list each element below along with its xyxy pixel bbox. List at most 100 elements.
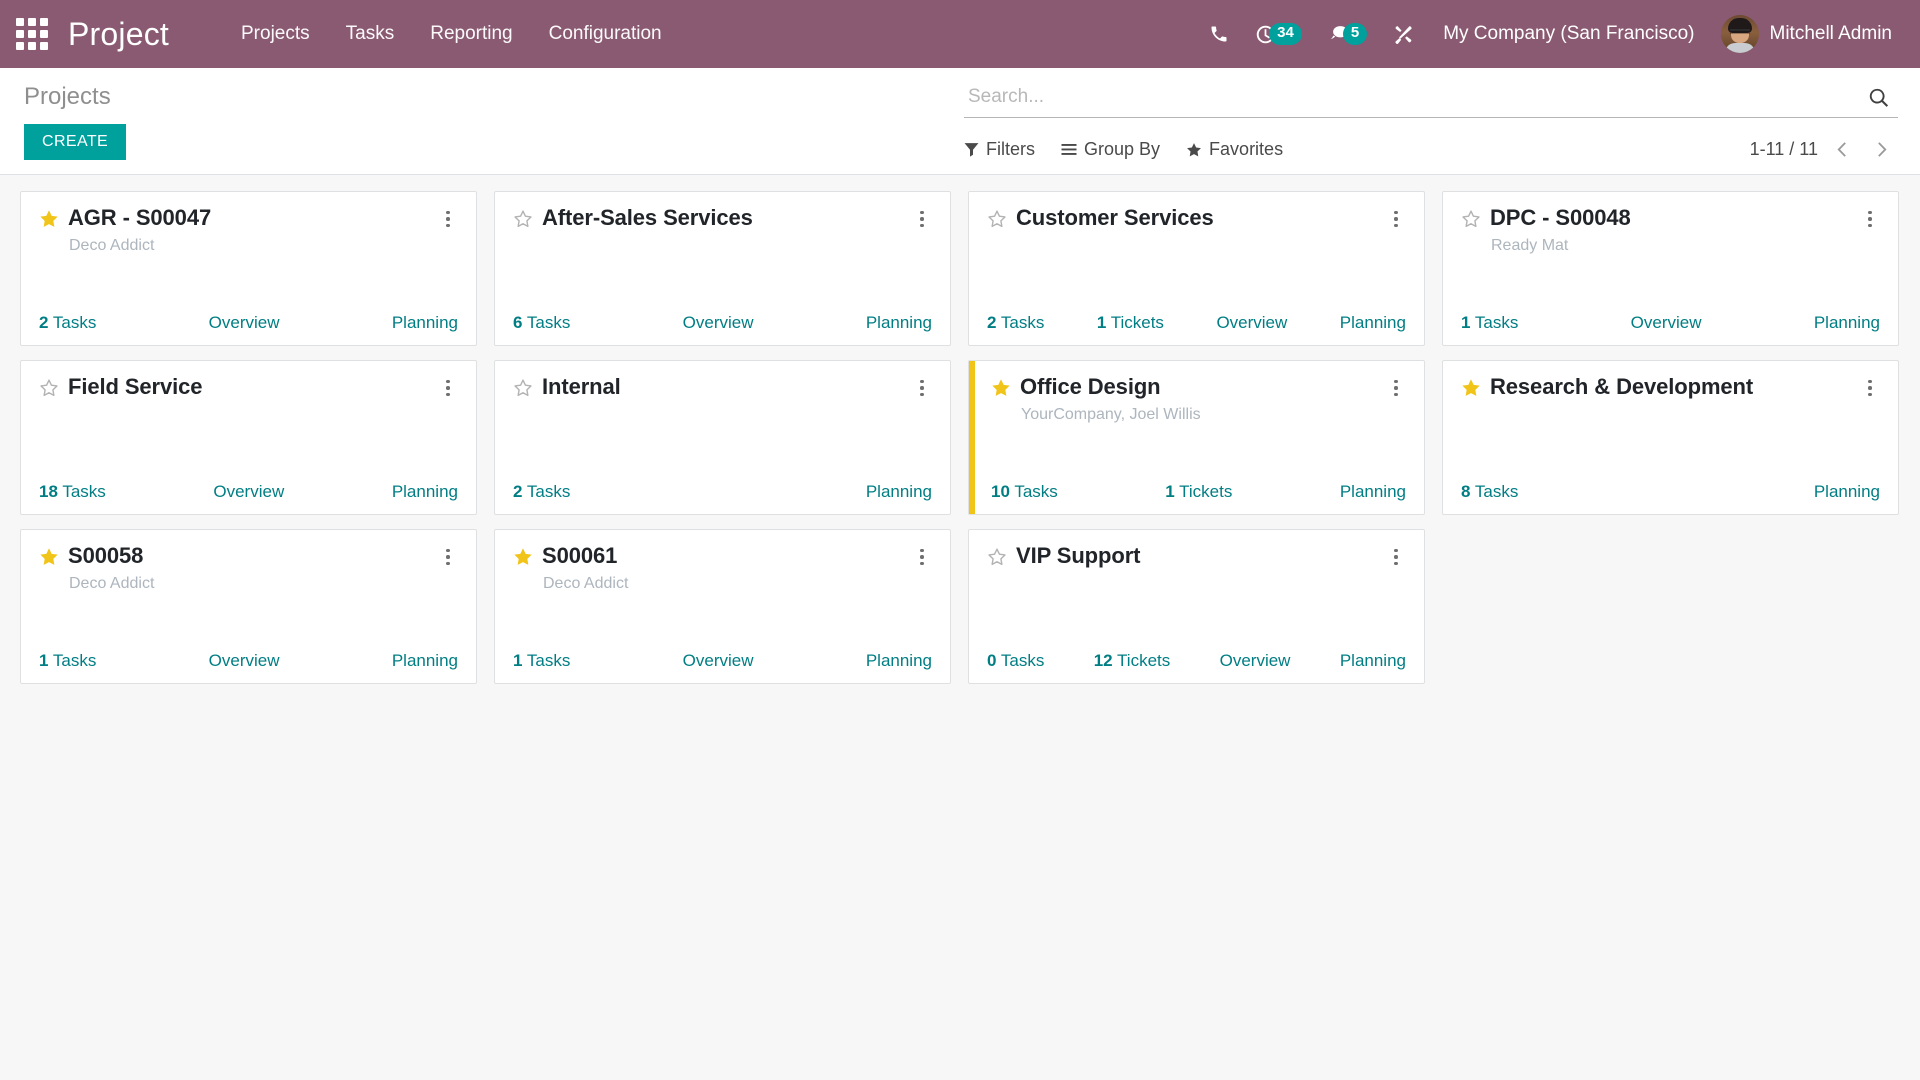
group-by-lines-icon [1061, 142, 1077, 157]
kanban-card-title[interactable]: Customer Services [1016, 205, 1377, 231]
kanban-link-tasks[interactable]: 1 Tasks [513, 651, 570, 671]
kanban-card-title[interactable]: After-Sales Services [542, 205, 903, 231]
kanban-link-tasks[interactable]: 2 Tasks [39, 313, 96, 333]
kanban-card-menu-icon[interactable] [438, 545, 458, 569]
star-outline-icon[interactable] [39, 378, 59, 398]
star-outline-icon[interactable] [987, 209, 1007, 229]
kanban-card-title[interactable]: Research & Development [1490, 374, 1851, 400]
kanban-card-menu-icon[interactable] [912, 545, 932, 569]
pager-next-button[interactable] [1863, 139, 1898, 160]
favorites-dropdown[interactable]: Favorites [1186, 135, 1295, 164]
activity-clock-icon[interactable]: 34 [1242, 15, 1315, 53]
create-button[interactable]: CREATE [24, 124, 127, 160]
kanban-link-overview[interactable]: Overview [683, 651, 754, 671]
kanban-link-tasks[interactable]: 10 Tasks [991, 482, 1058, 502]
kanban-link-overview[interactable]: Overview [1216, 313, 1287, 333]
kanban-link-tasks[interactable]: 0 Tasks [987, 651, 1044, 671]
star-outline-icon[interactable] [513, 378, 533, 398]
chat-bubble-icon[interactable]: 5 [1315, 15, 1380, 53]
tools-wrench-icon[interactable] [1380, 16, 1427, 53]
kanban-card-menu-icon[interactable] [1386, 207, 1406, 231]
kanban-card-menu-icon[interactable] [1386, 545, 1406, 569]
menu-item-reporting[interactable]: Reporting [412, 13, 530, 55]
star-filled-icon[interactable] [513, 547, 533, 567]
apps-grid-icon[interactable] [14, 16, 50, 52]
kanban-card-menu-icon[interactable] [912, 376, 932, 400]
kanban-link-planning[interactable]: Planning [1340, 651, 1406, 671]
kanban-card-menu-icon[interactable] [438, 207, 458, 231]
kanban-card-menu-icon[interactable] [438, 376, 458, 400]
star-filled-icon[interactable] [1461, 378, 1481, 398]
kanban-link-tickets[interactable]: 1 Tickets [1165, 482, 1232, 502]
company-switcher[interactable]: My Company (San Francisco) [1427, 13, 1710, 55]
kanban-link-overview[interactable]: Overview [209, 651, 280, 671]
kanban-link-tasks[interactable]: 1 Tasks [1461, 313, 1518, 333]
kanban-link-tasks[interactable]: 1 Tasks [39, 651, 96, 671]
kanban-card[interactable]: Customer Services 2 Tasks 1 Tickets Overvie… [968, 191, 1425, 346]
kanban-link-planning[interactable]: Planning [866, 651, 932, 671]
star-filled-icon[interactable] [39, 209, 59, 229]
kanban-card[interactable]: AGR - S00047 Deco Addict 2 Tasks Overview Pl… [20, 191, 477, 346]
kanban-link-overview[interactable]: Overview [213, 482, 284, 502]
phone-icon[interactable] [1196, 16, 1242, 52]
kanban-card[interactable]: DPC - S00048 Ready Mat 1 Tasks Overview Plan… [1442, 191, 1899, 346]
star-filled-icon[interactable] [39, 547, 59, 567]
kanban-card[interactable]: Internal 2 Tasks Planning [494, 360, 951, 515]
kanban-card-menu-icon[interactable] [1386, 376, 1406, 400]
kanban-link-tickets[interactable]: 12 Tickets [1094, 651, 1171, 671]
kanban-link-planning[interactable]: Planning [1814, 482, 1880, 502]
user-menu[interactable]: Mitchell Admin [1711, 9, 1901, 59]
kanban-card-title[interactable]: DPC - S00048 [1490, 205, 1851, 231]
star-outline-icon[interactable] [987, 547, 1007, 567]
kanban-link-overview[interactable]: Overview [209, 313, 280, 333]
kanban-card[interactable]: S00058 Deco Addict 1 Tasks Overview Planning [20, 529, 477, 684]
menu-item-tasks[interactable]: Tasks [328, 13, 413, 55]
kanban-card[interactable]: Research & Development 8 Tasks Planning [1442, 360, 1899, 515]
search-input[interactable] [966, 84, 1858, 111]
kanban-link-tickets[interactable]: 1 Tickets [1097, 313, 1164, 333]
kanban-link-planning[interactable]: Planning [392, 482, 458, 502]
pager-previous-button[interactable] [1826, 139, 1861, 160]
star-outline-icon[interactable] [513, 209, 533, 229]
kanban-link-tasks[interactable]: 6 Tasks [513, 313, 570, 333]
kanban-link-tasks[interactable]: 18 Tasks [39, 482, 106, 502]
star-filled-icon[interactable] [991, 378, 1011, 398]
kanban-link-overview[interactable]: Overview [1631, 313, 1702, 333]
kanban-card[interactable]: Field Service 18 Tasks Overview Planning [20, 360, 477, 515]
systray: 34 5 My Company (San Francisco) Mitchell… [1196, 9, 1900, 59]
kanban-link-planning[interactable]: Planning [866, 482, 932, 502]
kanban-card-menu-icon[interactable] [1860, 376, 1880, 400]
kanban-link-planning[interactable]: Planning [866, 313, 932, 333]
kanban-link-tasks[interactable]: 2 Tasks [987, 313, 1044, 333]
kanban-card-menu-icon[interactable] [912, 207, 932, 231]
kanban-link-tasks[interactable]: 8 Tasks [1461, 482, 1518, 502]
kanban-link-planning[interactable]: Planning [1340, 313, 1406, 333]
kanban-link-overview[interactable]: Overview [1220, 651, 1291, 671]
kanban-link-overview[interactable]: Overview [683, 313, 754, 333]
kanban-link-tasks[interactable]: 2 Tasks [513, 482, 570, 502]
menu-item-projects[interactable]: Projects [223, 13, 328, 55]
kanban-card[interactable]: After-Sales Services 6 Tasks Overview Plann… [494, 191, 951, 346]
kanban-card[interactable]: VIP Support 0 Tasks 12 Tickets Overview Plan… [968, 529, 1425, 684]
kanban-link-planning[interactable]: Planning [1814, 313, 1880, 333]
pager-value[interactable]: 1-11 / 11 [1744, 137, 1824, 162]
kanban-card-title[interactable]: S00061 [542, 543, 903, 569]
kanban-card-title[interactable]: AGR - S00047 [68, 205, 429, 231]
kanban-link-planning[interactable]: Planning [392, 651, 458, 671]
kanban-card-title[interactable]: Internal [542, 374, 903, 400]
kanban-card-title[interactable]: S00058 [68, 543, 429, 569]
kanban-card-title[interactable]: Office Design [1020, 374, 1377, 400]
kanban-link-planning[interactable]: Planning [392, 313, 458, 333]
search-icon[interactable] [1858, 87, 1892, 109]
kanban-card-title[interactable]: Field Service [68, 374, 429, 400]
kanban-card[interactable]: S00061 Deco Addict 1 Tasks Overview Planning [494, 529, 951, 684]
kanban-card-title[interactable]: VIP Support [1016, 543, 1377, 569]
menu-item-configuration[interactable]: Configuration [531, 13, 680, 55]
kanban-card[interactable]: Office Design YourCompany, Joel Willis 10 … [968, 360, 1425, 515]
group-by-dropdown[interactable]: Group By [1061, 135, 1172, 164]
kanban-link-planning[interactable]: Planning [1340, 482, 1406, 502]
app-brand-title[interactable]: Project [68, 16, 169, 53]
star-outline-icon[interactable] [1461, 209, 1481, 229]
filters-dropdown[interactable]: Filters [964, 135, 1047, 164]
kanban-card-menu-icon[interactable] [1860, 207, 1880, 231]
